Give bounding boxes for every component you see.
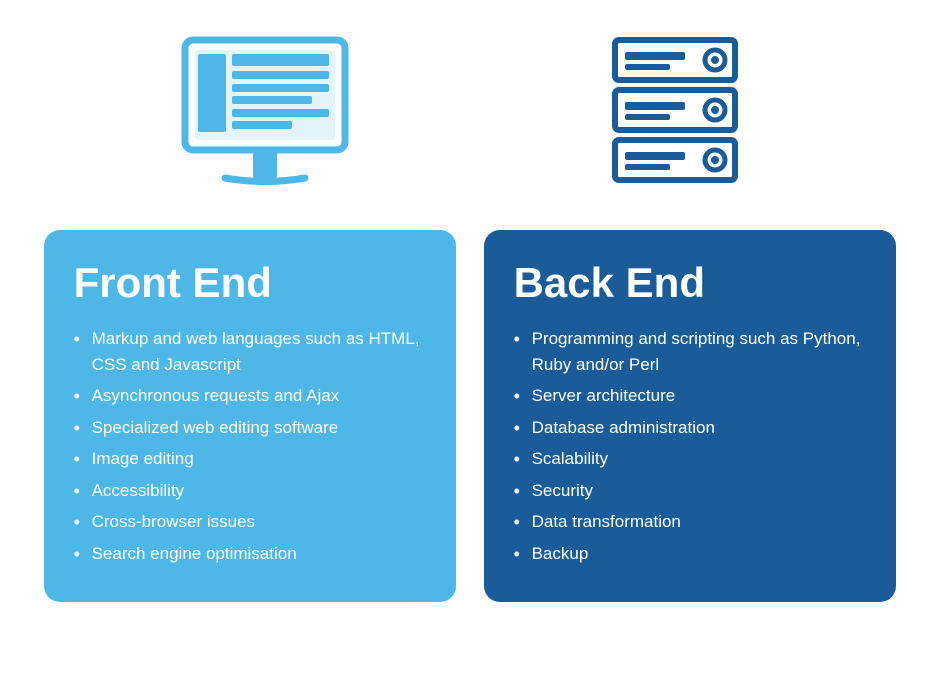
- list-item: Cross-browser issues: [74, 509, 427, 535]
- server-icon: [595, 30, 755, 210]
- list-item: Image editing: [74, 446, 427, 472]
- backend-title: Back End: [514, 260, 867, 306]
- frontend-card: Front End Markup and web languages such …: [44, 230, 457, 602]
- icons-row: [20, 20, 920, 230]
- frontend-list: Markup and web languages such as HTML, C…: [74, 326, 427, 566]
- list-item: Security: [514, 478, 867, 504]
- server-icon-container: [491, 30, 860, 210]
- list-item: Scalability: [514, 446, 867, 472]
- backend-card: Back End Programming and scripting such …: [484, 230, 897, 602]
- monitor-icon: [165, 30, 365, 210]
- cards-row: Front End Markup and web languages such …: [20, 230, 920, 602]
- list-item: Database administration: [514, 415, 867, 441]
- backend-list: Programming and scripting such as Python…: [514, 326, 867, 566]
- list-item: Accessibility: [74, 478, 427, 504]
- list-item: Backup: [514, 541, 867, 567]
- list-item: Asynchronous requests and Ajax: [74, 383, 427, 409]
- list-item: Server architecture: [514, 383, 867, 409]
- list-item: Markup and web languages such as HTML, C…: [74, 326, 427, 377]
- list-item: Specialized web editing software: [74, 415, 427, 441]
- list-item: Data transformation: [514, 509, 867, 535]
- list-item: Programming and scripting such as Python…: [514, 326, 867, 377]
- list-item: Search engine optimisation: [74, 541, 427, 567]
- monitor-icon-container: [81, 30, 450, 210]
- frontend-title: Front End: [74, 260, 427, 306]
